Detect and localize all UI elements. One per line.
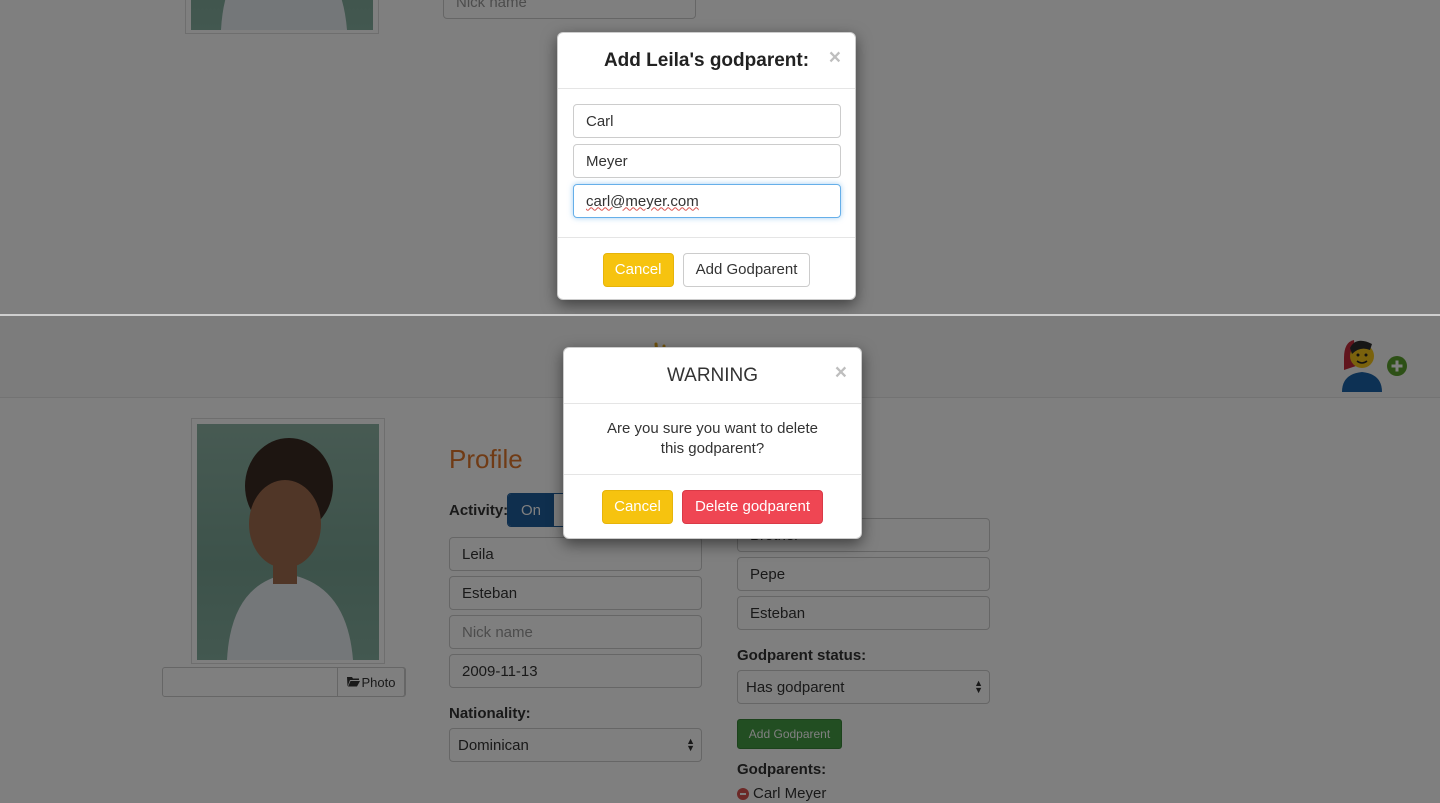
warning-modal: WARNING × Are you sure you want to delet… <box>563 347 862 539</box>
modal-body: Are you sure you want to delete this god… <box>564 404 861 474</box>
delete-godparent-button[interactable]: Delete godparent <box>681 489 824 524</box>
close-icon[interactable]: × <box>829 47 841 68</box>
add-godparent-submit-button[interactable]: Add Godparent <box>682 252 811 287</box>
modal-footer: Cancel Add Godparent <box>558 237 855 301</box>
godparent-email-input[interactable]: carl@meyer.com <box>573 184 841 218</box>
godparent-first-name-input[interactable]: Carl <box>573 104 841 138</box>
godparent-last-name-input[interactable]: Meyer <box>573 144 841 178</box>
modal-title: Add Leila's godparent: <box>603 49 810 71</box>
modal-header: WARNING × <box>564 348 861 404</box>
bottom-screenshot-panel: Photo Profile Activity: On Leila Esteban… <box>0 314 1440 803</box>
add-godparent-modal: Add Leila's godparent: × Carl Meyer carl… <box>557 32 856 300</box>
modal-title: WARNING <box>666 364 759 386</box>
cancel-button[interactable]: Cancel <box>601 489 673 524</box>
close-icon[interactable]: × <box>835 362 847 383</box>
modal-header: Add Leila's godparent: × <box>558 33 855 89</box>
top-screenshot-panel: Profile Activity: On Leila Esteban Nick … <box>0 0 1440 314</box>
warning-message: Are you sure you want to delete this god… <box>607 420 818 457</box>
cancel-button[interactable]: Cancel <box>602 252 674 287</box>
modal-footer: Cancel Delete godparent <box>564 474 861 538</box>
email-value: carl@meyer.com <box>586 192 699 210</box>
modal-body: Carl Meyer carl@meyer.com <box>558 89 855 237</box>
